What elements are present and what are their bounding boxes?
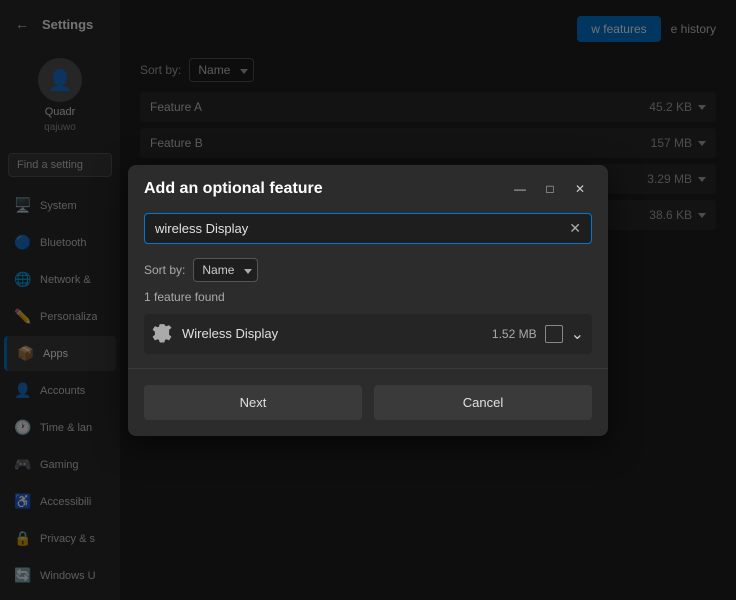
modal-titlebar: Add an optional feature — □ ✕ [128, 165, 608, 207]
cancel-button[interactable]: Cancel [374, 385, 592, 420]
feature-right: 1.52 MB ⌄ [492, 324, 584, 344]
window-controls: — □ ✕ [508, 179, 592, 199]
feature-name-label: Wireless Display [182, 326, 278, 341]
modal-overlay[interactable]: Add an optional feature — □ ✕ ✕ Sort by:… [0, 0, 736, 600]
sort-by-label: Sort by: [144, 263, 185, 277]
search-input[interactable] [155, 221, 569, 236]
minimize-button[interactable]: — [508, 179, 532, 199]
feature-list-item: Wireless Display 1.52 MB ⌄ [144, 314, 592, 354]
maximize-button[interactable]: □ [538, 179, 562, 199]
modal-title: Add an optional feature [144, 180, 323, 198]
modal-footer: Next Cancel [128, 368, 608, 436]
feature-left: Wireless Display [152, 324, 278, 344]
found-count: 1 feature found [144, 290, 592, 304]
modal-sort-row: Sort by: Name Size Date [144, 258, 592, 282]
modal-body: ✕ Sort by: Name Size Date 1 feature fo [128, 207, 608, 358]
clear-search-button[interactable]: ✕ [569, 220, 581, 237]
modal-sort-select[interactable]: Name Size Date [193, 258, 258, 282]
close-button[interactable]: ✕ [568, 179, 592, 199]
expand-feature-button[interactable]: ⌄ [571, 324, 584, 344]
search-container: ✕ [144, 213, 592, 244]
gear-icon [152, 324, 172, 344]
add-optional-feature-modal: Add an optional feature — □ ✕ ✕ Sort by:… [128, 165, 608, 436]
next-button[interactable]: Next [144, 385, 362, 420]
feature-size-label: 1.52 MB [492, 327, 537, 341]
feature-checkbox[interactable] [545, 325, 563, 343]
